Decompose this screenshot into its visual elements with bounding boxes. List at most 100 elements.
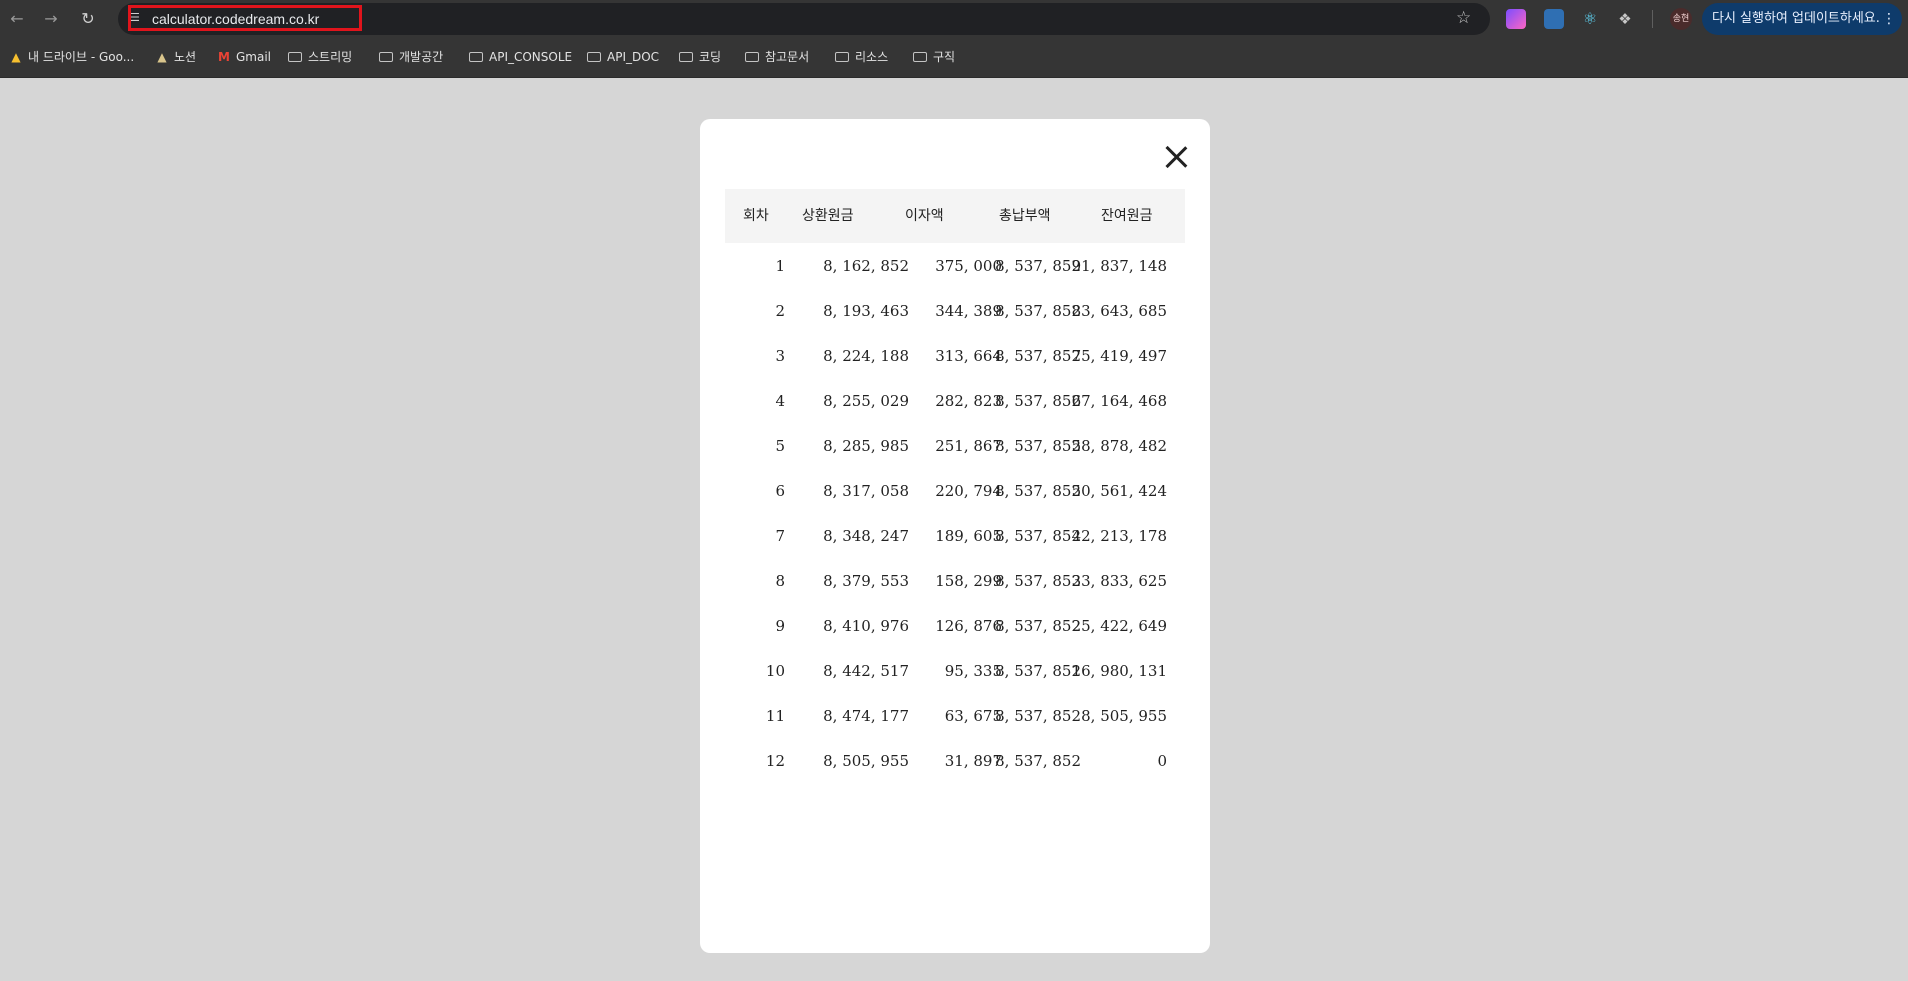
cell-interest: 282, 823 bbox=[935, 392, 1002, 410]
bookmark-star-icon[interactable]: ☆ bbox=[1456, 8, 1471, 28]
cell-total-payment: 8, 537, 852 bbox=[995, 482, 1081, 500]
bookmark-drive[interactable]: ▲ 내 드라이브 - Goo... bbox=[8, 47, 134, 67]
cell-principal: 8, 505, 955 bbox=[823, 752, 909, 770]
bookmark-folder-api-console[interactable]: API_CONSOLE bbox=[469, 47, 572, 67]
cell-interest: 344, 389 bbox=[935, 302, 1002, 320]
cell-remaining: 0 bbox=[1157, 752, 1167, 770]
cell-installment: 4 bbox=[775, 392, 785, 410]
bookmark-gmail[interactable]: M Gmail bbox=[216, 47, 271, 67]
cell-interest: 95, 335 bbox=[944, 662, 1002, 680]
cell-total-payment: 8, 537, 852 bbox=[995, 617, 1081, 635]
url-highlight-box bbox=[128, 5, 362, 31]
forward-icon[interactable]: → bbox=[40, 8, 62, 30]
close-icon[interactable] bbox=[1160, 141, 1192, 173]
table-row: 5 8, 285, 985 251, 867 8, 537, 852 58, 878, … bbox=[725, 424, 1185, 469]
bookmark-folder-docs[interactable]: 참고문서 bbox=[745, 47, 809, 67]
cell-principal: 8, 255, 029 bbox=[823, 392, 909, 410]
extension-icon[interactable] bbox=[1544, 9, 1564, 29]
cell-interest: 313, 664 bbox=[935, 347, 1002, 365]
cell-total-payment: 8, 537, 852 bbox=[995, 347, 1081, 365]
browser-toolbar: ← → ↻ ☰ calculator.codedream.co.kr ☆ ⚛ ❖… bbox=[0, 0, 1908, 38]
cell-remaining: 8, 505, 955 bbox=[1081, 707, 1167, 725]
cell-principal: 8, 224, 188 bbox=[823, 347, 909, 365]
notion-icon: ▲ bbox=[157, 50, 167, 64]
cell-interest: 251, 867 bbox=[935, 437, 1002, 455]
cell-remaining: 16, 980, 131 bbox=[1071, 662, 1167, 680]
folder-icon bbox=[288, 52, 302, 62]
cell-remaining: 75, 419, 497 bbox=[1071, 347, 1167, 365]
table-row: 6 8, 317, 058 220, 794 8, 537, 852 50, 561, … bbox=[725, 469, 1185, 514]
repayment-table: 회차 상환원금 이자액 총납부액 잔여원금 1 8, 162, 852 375, 0… bbox=[725, 189, 1185, 784]
schedule-modal: 회차 상환원금 이자액 총납부액 잔여원금 1 8, 162, 852 375, 0… bbox=[700, 119, 1210, 953]
table-row: 8 8, 379, 553 158, 299 8, 537, 852 33, 833, … bbox=[725, 559, 1185, 604]
cell-principal: 8, 193, 463 bbox=[823, 302, 909, 320]
bookmark-folder-jobs[interactable]: 구직 bbox=[913, 47, 955, 67]
cell-installment: 6 bbox=[775, 482, 785, 500]
header-total-payment: 총납부액 bbox=[999, 208, 1051, 224]
google-drive-icon: ▲ bbox=[11, 50, 21, 64]
bookmark-folder-devspace[interactable]: 개발공간 bbox=[379, 47, 443, 67]
cell-total-payment: 8, 537, 852 bbox=[995, 437, 1081, 455]
bookmark-notion[interactable]: ▲ 노션 bbox=[154, 47, 196, 67]
extension-icon[interactable] bbox=[1506, 9, 1526, 29]
cell-installment: 10 bbox=[765, 662, 785, 680]
update-label: 다시 실행하여 업데이트하세요. bbox=[1712, 11, 1880, 26]
folder-icon bbox=[587, 52, 601, 62]
cell-interest: 31, 897 bbox=[944, 752, 1002, 770]
table-row: 1 8, 162, 852 375, 000 8, 537, 852 91, 837, … bbox=[725, 244, 1185, 289]
bookmark-folder-coding[interactable]: 코딩 bbox=[679, 47, 721, 67]
back-icon[interactable]: ← bbox=[6, 8, 28, 30]
cell-principal: 8, 348, 247 bbox=[823, 527, 909, 545]
table-row: 2 8, 193, 463 344, 389 8, 537, 852 83, 643, … bbox=[725, 289, 1185, 334]
table-header: 회차 상환원금 이자액 총납부액 잔여원금 bbox=[725, 189, 1185, 243]
cell-remaining: 83, 643, 685 bbox=[1071, 302, 1167, 320]
cell-remaining: 42, 213, 178 bbox=[1071, 527, 1167, 545]
cell-total-payment: 8, 537, 852 bbox=[995, 257, 1081, 275]
update-button[interactable]: 다시 실행하여 업데이트하세요. ⋮ bbox=[1702, 3, 1902, 35]
header-remaining: 잔여원금 bbox=[1101, 208, 1153, 224]
header-installment: 회차 bbox=[743, 208, 769, 224]
folder-icon bbox=[745, 52, 759, 62]
cell-total-payment: 8, 537, 852 bbox=[995, 302, 1081, 320]
table-row: 9 8, 410, 976 126, 876 8, 537, 852 25, 422, … bbox=[725, 604, 1185, 649]
more-menu-icon[interactable]: ⋮ bbox=[1882, 3, 1896, 35]
folder-icon bbox=[679, 52, 693, 62]
cell-interest: 126, 876 bbox=[935, 617, 1002, 635]
cell-installment: 2 bbox=[775, 302, 785, 320]
table-body: 1 8, 162, 852 375, 000 8, 537, 852 91, 837, … bbox=[725, 244, 1185, 784]
extensions-puzzle-icon[interactable]: ❖ bbox=[1615, 9, 1635, 29]
folder-icon bbox=[913, 52, 927, 62]
bookmark-folder-api-doc[interactable]: API_DOC bbox=[587, 47, 659, 67]
cell-total-payment: 8, 537, 852 bbox=[995, 572, 1081, 590]
cell-installment: 11 bbox=[765, 707, 785, 725]
cell-total-payment: 8, 537, 852 bbox=[995, 392, 1081, 410]
table-row: 12 8, 505, 955 31, 897 8, 537, 852 0 bbox=[725, 739, 1185, 784]
cell-interest: 63, 675 bbox=[944, 707, 1002, 725]
cell-installment: 5 bbox=[775, 437, 785, 455]
cell-installment: 12 bbox=[765, 752, 785, 770]
reload-icon[interactable]: ↻ bbox=[77, 8, 99, 30]
folder-icon bbox=[469, 52, 483, 62]
react-devtools-icon[interactable]: ⚛ bbox=[1580, 9, 1600, 29]
folder-icon bbox=[835, 52, 849, 62]
bookmarks-bar: ▲ 내 드라이브 - Goo... ▲ 노션 M Gmail 스트리밍 개발공간 AP… bbox=[0, 38, 1908, 78]
cell-principal: 8, 317, 058 bbox=[823, 482, 909, 500]
bookmark-folder-resources[interactable]: 리소스 bbox=[835, 47, 888, 67]
gmail-icon: M bbox=[218, 50, 230, 64]
table-row: 4 8, 255, 029 282, 823 8, 537, 852 67, 164, … bbox=[725, 379, 1185, 424]
table-row: 11 8, 474, 177 63, 675 8, 537, 852 8, 505, 9… bbox=[725, 694, 1185, 739]
bookmark-folder-streaming[interactable]: 스트리밍 bbox=[288, 47, 352, 67]
cell-principal: 8, 285, 985 bbox=[823, 437, 909, 455]
table-row: 7 8, 348, 247 189, 605 8, 537, 852 42, 213, … bbox=[725, 514, 1185, 559]
table-row: 3 8, 224, 188 313, 664 8, 537, 852 75, 419, … bbox=[725, 334, 1185, 379]
folder-icon bbox=[379, 52, 393, 62]
cell-installment: 3 bbox=[775, 347, 785, 365]
cell-remaining: 91, 837, 148 bbox=[1071, 257, 1167, 275]
profile-avatar[interactable]: 송현 bbox=[1670, 8, 1692, 30]
cell-remaining: 50, 561, 424 bbox=[1071, 482, 1167, 500]
cell-interest: 189, 605 bbox=[935, 527, 1002, 545]
cell-remaining: 58, 878, 482 bbox=[1071, 437, 1167, 455]
cell-principal: 8, 379, 553 bbox=[823, 572, 909, 590]
header-principal: 상환원금 bbox=[802, 208, 854, 224]
table-row: 10 8, 442, 517 95, 335 8, 537, 852 16, 980, … bbox=[725, 649, 1185, 694]
